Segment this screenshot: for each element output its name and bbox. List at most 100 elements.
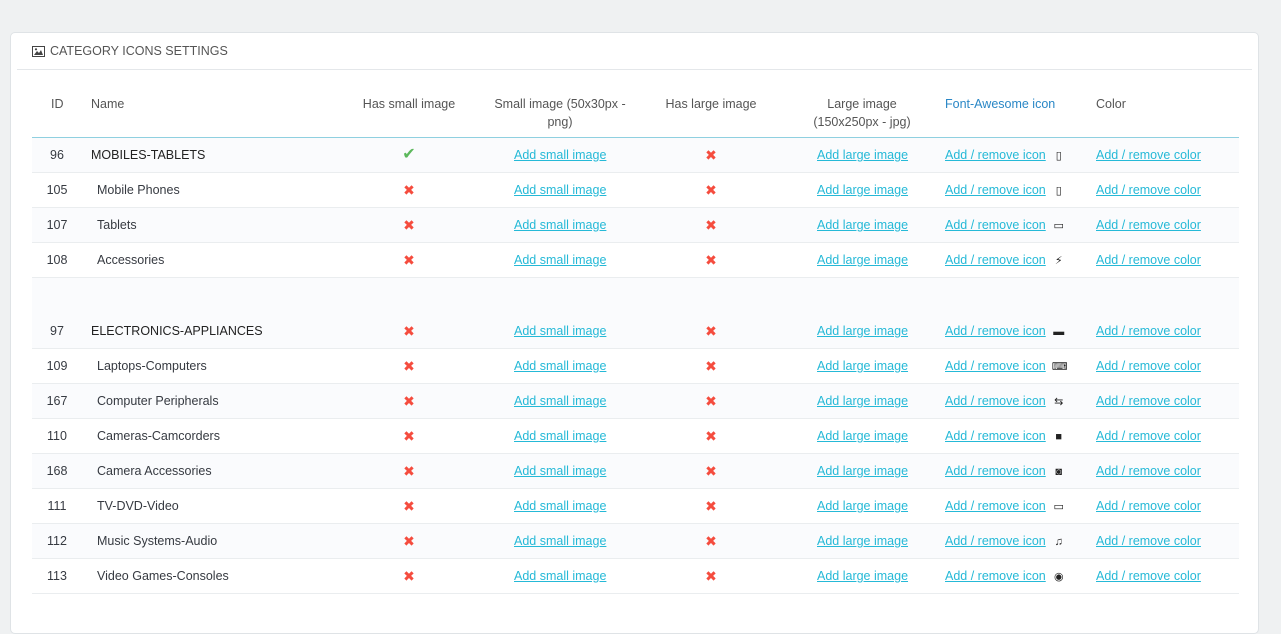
table-row: 110 Cameras-Camcorders ✖ Add small image ✖ Ad… <box>32 419 1239 454</box>
add-remove-color-link[interactable]: Add / remove color <box>1096 183 1201 197</box>
add-remove-icon-link[interactable]: Add / remove icon <box>945 429 1046 443</box>
add-large-image-link[interactable]: Add large image <box>817 359 908 373</box>
row-name: Camera Accessories <box>97 464 212 478</box>
cross-icon: ✖ <box>705 182 717 198</box>
row-name: Cameras-Camcorders <box>97 429 220 443</box>
add-remove-color-link[interactable]: Add / remove color <box>1096 148 1201 162</box>
add-small-image-link[interactable]: Add small image <box>514 148 606 162</box>
add-small-image-link[interactable]: Add small image <box>514 429 606 443</box>
add-remove-icon-link[interactable]: Add / remove icon <box>945 499 1046 513</box>
row-id: 167 <box>46 394 68 408</box>
cross-icon: ✖ <box>705 147 717 163</box>
row-name: Music Systems-Audio <box>97 534 218 548</box>
cross-icon: ✖ <box>705 498 717 514</box>
add-remove-icon-link[interactable]: Add / remove icon <box>945 253 1046 267</box>
table-row: 109 Laptops-Computers ✖ Add small image ✖ Add… <box>32 349 1239 384</box>
add-small-image-link[interactable]: Add small image <box>514 324 606 338</box>
add-remove-color-link[interactable]: Add / remove color <box>1096 464 1201 478</box>
add-small-image-link[interactable]: Add small image <box>514 464 606 478</box>
cross-icon: ✖ <box>403 182 415 198</box>
table-row: 113 Video Games-Consoles ✖ Add small image ✖… <box>32 559 1239 594</box>
add-remove-color-link[interactable]: Add / remove color <box>1096 534 1201 548</box>
row-id: 111 <box>47 499 67 513</box>
music-icon: ♫ <box>1054 536 1063 548</box>
add-large-image-link[interactable]: Add large image <box>817 534 908 548</box>
add-remove-icon-link[interactable]: Add / remove icon <box>945 324 1046 338</box>
add-large-image-link[interactable]: Add large image <box>817 499 908 513</box>
add-remove-color-link[interactable]: Add / remove color <box>1096 359 1201 373</box>
panel-title: CATEGORY ICONS SETTINGS <box>50 44 228 58</box>
cross-icon: ✖ <box>403 358 415 374</box>
add-small-image-link[interactable]: Add small image <box>514 218 606 232</box>
row-id: 105 <box>46 183 68 197</box>
mobile-icon: ▯ <box>1055 150 1062 162</box>
col-fa-icon[interactable]: Font-Awesome icon <box>945 95 1055 113</box>
laptop-icon: ⌨ <box>1051 361 1068 373</box>
col-large-image-line2: (150x250px - jpg) <box>813 115 911 129</box>
add-remove-icon-link[interactable]: Add / remove icon <box>945 218 1046 232</box>
add-large-image-link[interactable]: Add large image <box>817 253 908 267</box>
add-remove-color-link[interactable]: Add / remove color <box>1096 324 1201 338</box>
row-id: 96 <box>50 148 64 162</box>
table-header: ID Name Has small image Small image (50x… <box>32 83 1239 138</box>
add-large-image-link[interactable]: Add large image <box>817 148 908 162</box>
col-color: Color <box>1096 97 1126 111</box>
row-id: 110 <box>47 429 67 443</box>
add-large-image-link[interactable]: Add large image <box>817 464 908 478</box>
cross-icon: ✖ <box>705 252 717 268</box>
add-small-image-link[interactable]: Add small image <box>514 569 606 583</box>
row-name: Mobile Phones <box>97 183 180 197</box>
add-large-image-link[interactable]: Add large image <box>817 394 908 408</box>
add-remove-color-link[interactable]: Add / remove color <box>1096 569 1201 583</box>
add-remove-color-link[interactable]: Add / remove color <box>1096 499 1201 513</box>
mobile-phone-icon: ▯ <box>1055 185 1062 197</box>
group-spacer <box>32 278 1239 315</box>
cross-icon: ✖ <box>705 393 717 409</box>
cross-icon: ✖ <box>403 498 415 514</box>
cross-icon: ✖ <box>705 358 717 374</box>
add-large-image-link[interactable]: Add large image <box>817 429 908 443</box>
add-remove-color-link[interactable]: Add / remove color <box>1096 218 1201 232</box>
cross-icon: ✖ <box>705 463 717 479</box>
col-small-image: Small image (50x30px - png) <box>487 95 633 131</box>
add-remove-icon-link[interactable]: Add / remove icon <box>945 148 1046 162</box>
cross-icon: ✖ <box>403 533 415 549</box>
add-remove-icon-link[interactable]: Add / remove icon <box>945 183 1046 197</box>
add-small-image-link[interactable]: Add small image <box>514 394 606 408</box>
video-camera-icon: ■ <box>1055 431 1063 443</box>
col-large-image-line1: Large image <box>827 97 897 111</box>
cross-icon: ✖ <box>705 568 717 584</box>
add-remove-icon-link[interactable]: Add / remove icon <box>945 569 1046 583</box>
plug-icon: ⚡ <box>1054 255 1063 267</box>
row-id: 168 <box>46 464 68 478</box>
table-row: 105 Mobile Phones ✖ Add small image ✖ Add lar… <box>32 173 1239 208</box>
add-remove-icon-link[interactable]: Add / remove icon <box>945 394 1046 408</box>
camera-icon: ◙ <box>1055 466 1063 478</box>
col-id: ID <box>51 97 64 111</box>
add-small-image-link[interactable]: Add small image <box>514 359 606 373</box>
cross-icon: ✖ <box>403 393 415 409</box>
row-id: 107 <box>46 218 68 232</box>
add-small-image-link[interactable]: Add small image <box>514 534 606 548</box>
row-name: TV-DVD-Video <box>97 499 179 513</box>
row-name: Video Games-Consoles <box>97 569 229 583</box>
add-remove-color-link[interactable]: Add / remove color <box>1096 429 1201 443</box>
add-small-image-link[interactable]: Add small image <box>514 183 606 197</box>
add-remove-icon-link[interactable]: Add / remove icon <box>945 534 1046 548</box>
add-remove-color-link[interactable]: Add / remove color <box>1096 253 1201 267</box>
add-remove-icon-link[interactable]: Add / remove icon <box>945 464 1046 478</box>
check-icon: ✔ <box>402 146 416 163</box>
add-remove-icon-link[interactable]: Add / remove icon <box>945 359 1046 373</box>
add-small-image-link[interactable]: Add small image <box>514 499 606 513</box>
row-id: 97 <box>50 324 64 338</box>
add-large-image-link[interactable]: Add large image <box>817 218 908 232</box>
cross-icon: ✖ <box>403 217 415 233</box>
add-large-image-link[interactable]: Add large image <box>817 324 908 338</box>
add-remove-color-link[interactable]: Add / remove color <box>1096 394 1201 408</box>
row-name: ELECTRONICS-APPLIANCES <box>91 324 263 338</box>
cross-icon: ✖ <box>403 428 415 444</box>
table-row: 97 ELECTRONICS-APPLIANCES ✖ Add small image… <box>32 314 1239 349</box>
add-large-image-link[interactable]: Add large image <box>817 569 908 583</box>
add-small-image-link[interactable]: Add small image <box>514 253 606 267</box>
add-large-image-link[interactable]: Add large image <box>817 183 908 197</box>
